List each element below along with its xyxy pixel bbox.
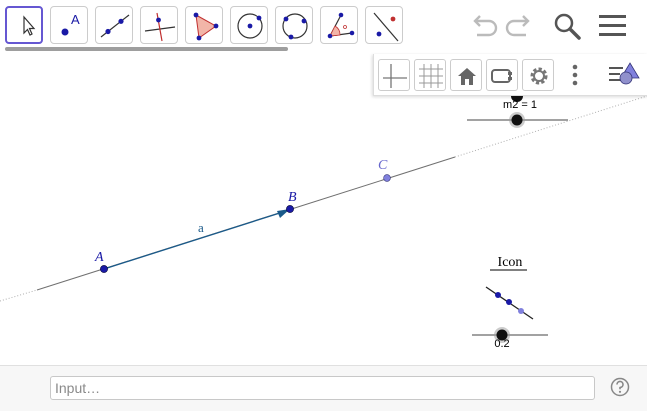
- tool-line[interactable]: [95, 6, 133, 44]
- icon-preview-point-1: [495, 292, 501, 298]
- move-tool-icon: [23, 15, 36, 36]
- search-icon[interactable]: [549, 8, 585, 44]
- circle-three-points-icon: [282, 13, 308, 40]
- tool-angle[interactable]: [320, 6, 358, 44]
- reflect-tool-icon: [373, 12, 399, 42]
- point-tool-icon: A: [61, 12, 80, 36]
- graphics-style-bar: [373, 54, 647, 96]
- point-a-label: A: [94, 250, 104, 265]
- icon-caption: Icon: [498, 255, 523, 270]
- input-bar: [0, 365, 647, 411]
- tool-move[interactable]: [5, 6, 43, 44]
- svg-text:A: A: [71, 12, 80, 27]
- icon-preview-point-2: [506, 299, 512, 305]
- toolbar: A: [0, 0, 647, 52]
- axes-toggle-button[interactable]: [378, 59, 410, 91]
- redo-icon[interactable]: [502, 8, 538, 44]
- slider-m2-label: m2 = 1: [503, 99, 537, 111]
- undo-icon[interactable]: [465, 8, 501, 44]
- point-c[interactable]: [383, 174, 391, 182]
- graphics-settings-button[interactable]: [522, 59, 554, 91]
- help-icon[interactable]: [610, 377, 630, 397]
- toolbar-scrollbar[interactable]: [5, 47, 288, 51]
- polygon-tool-icon: [193, 12, 219, 41]
- tool-polygon[interactable]: [185, 6, 223, 44]
- slider-bottom-value: 0.2: [494, 338, 509, 350]
- standard-view-button[interactable]: [450, 59, 482, 91]
- tool-reflect[interactable]: [365, 6, 403, 44]
- axes-icon: [383, 64, 407, 88]
- point-a[interactable]: [100, 265, 108, 273]
- line-extension-left: [0, 289, 38, 302]
- icon-preview-point-3: [518, 308, 524, 314]
- line-tool-icon: [100, 14, 130, 38]
- algebra-input-field[interactable]: [50, 376, 595, 400]
- home-icon: [458, 68, 476, 85]
- graphics-view[interactable]: a A B C m2 = 1 Icon 0.2: [0, 52, 647, 365]
- navigation-icon: [491, 69, 512, 83]
- tool-point[interactable]: A: [50, 6, 88, 44]
- vector-label-a: a: [198, 220, 204, 235]
- gear-icon: [530, 67, 548, 85]
- point-b-label: B: [288, 190, 297, 205]
- point-c-label: C: [378, 158, 388, 173]
- line-extension-right: [454, 95, 647, 158]
- circle-center-icon: [237, 13, 263, 39]
- navigation-bar-button[interactable]: [486, 59, 518, 91]
- tool-circle-three-points[interactable]: [275, 6, 313, 44]
- grid-toggle-button[interactable]: [414, 59, 446, 91]
- tool-perpendicular-line[interactable]: [140, 6, 178, 44]
- more-options-icon[interactable]: [560, 59, 590, 91]
- tool-circle-center[interactable]: [230, 6, 268, 44]
- perpendicular-line-icon: [144, 12, 176, 42]
- vector-a[interactable]: [103, 211, 284, 270]
- angle-tool-icon: [327, 12, 355, 39]
- toggle-style-bar-icon[interactable]: [606, 58, 642, 92]
- slider-m2-knob[interactable]: [511, 114, 523, 126]
- grid-icon: [419, 64, 443, 88]
- menu-icon[interactable]: [595, 8, 631, 44]
- point-b[interactable]: [286, 205, 294, 213]
- graphics-canvas[interactable]: a A B C m2 = 1 Icon 0.2: [0, 52, 647, 365]
